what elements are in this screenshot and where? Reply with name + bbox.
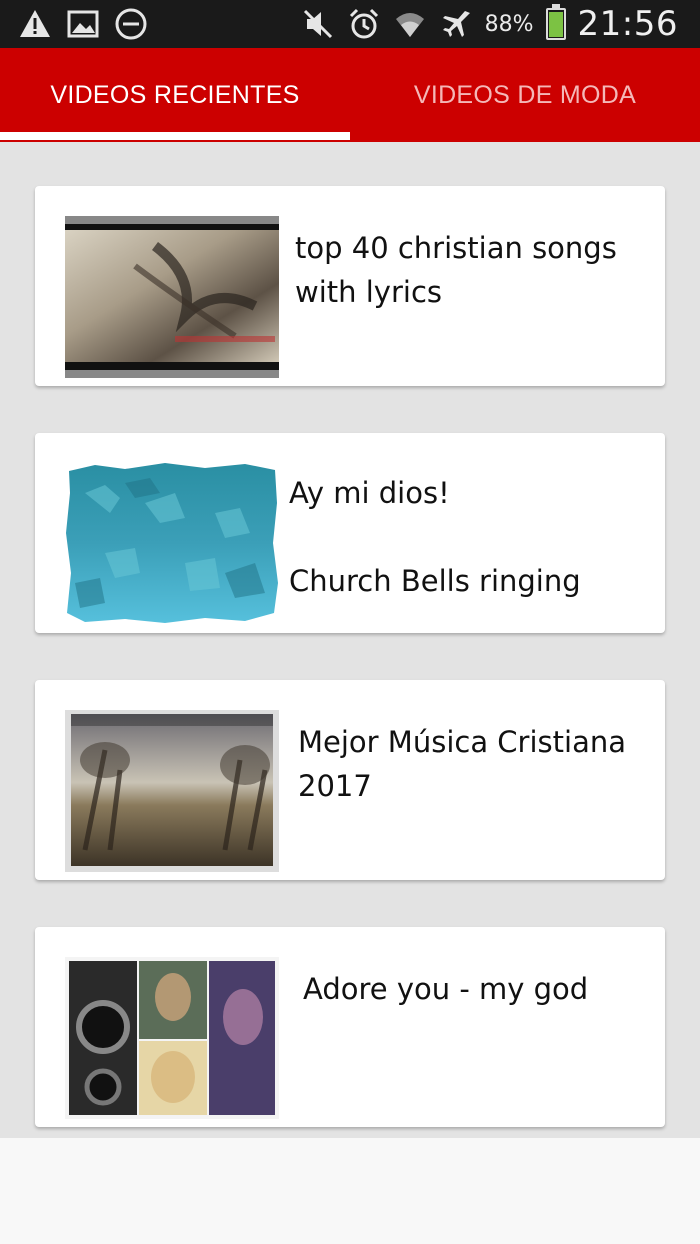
tab-bar: VIDEOS RECIENTES VIDEOS DE MODA (0, 48, 700, 142)
battery-level (548, 12, 563, 37)
video-thumbnail[interactable] (65, 216, 279, 378)
video-card[interactable]: Adore you - my god (35, 927, 665, 1127)
video-thumbnail[interactable] (65, 957, 279, 1119)
video-title[interactable]: Adore you - my god (303, 967, 663, 1011)
tab-videos-de-moda[interactable]: VIDEOS DE MODA (350, 48, 700, 142)
battery-icon (545, 4, 566, 40)
video-card[interactable]: top 40 christian songs with lyrics (35, 186, 665, 386)
mute-icon (303, 9, 332, 39)
video-title[interactable]: Ay mi dios! Church Bells ringing (289, 471, 649, 603)
tab-videos-recientes[interactable]: VIDEOS RECIENTES (0, 48, 350, 142)
video-title[interactable]: Mejor Música Cristiana 2017 (298, 720, 658, 808)
tab-selected-indicator (0, 132, 350, 140)
wifi-icon (395, 13, 424, 37)
warning-icon (20, 10, 50, 37)
video-thumbnail[interactable] (65, 710, 279, 872)
bottom-area (0, 1138, 700, 1244)
alarm-icon (349, 8, 378, 39)
clock: 21:56 (577, 4, 678, 44)
video-list[interactable]: top 40 christian songs with lyrics Ay mi… (0, 142, 700, 1138)
video-thumbnail[interactable] (65, 463, 279, 625)
do-not-disturb-icon (115, 8, 147, 40)
video-title[interactable]: top 40 christian songs with lyrics (295, 226, 655, 314)
status-bar: 88% 21:56 (0, 0, 700, 48)
battery-percent: 88% (484, 11, 534, 37)
video-card[interactable]: Ay mi dios! Church Bells ringing (35, 433, 665, 633)
video-card[interactable]: Mejor Música Cristiana 2017 (35, 680, 665, 880)
image-icon (67, 10, 99, 38)
airplane-mode-icon (442, 11, 470, 37)
